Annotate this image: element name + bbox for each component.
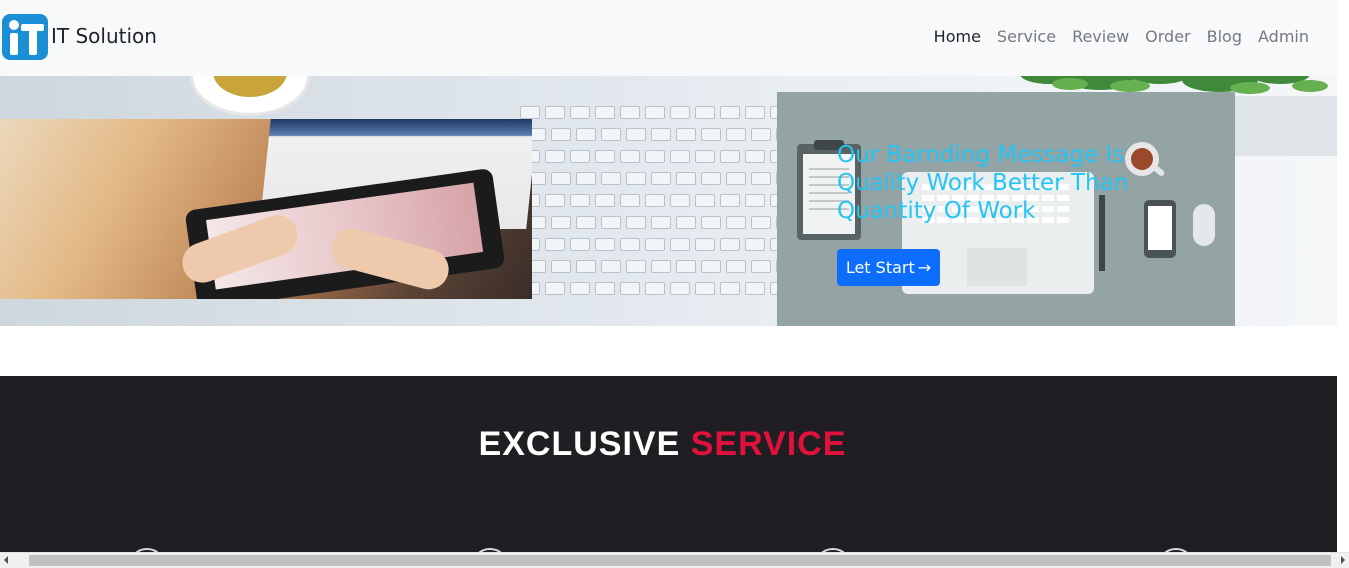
phone-icon <box>1144 200 1176 258</box>
page-margin <box>1337 0 1349 552</box>
section-title: EXCLUSIVE SERVICE <box>0 425 1325 464</box>
arrow-right-icon: → <box>917 258 932 277</box>
scroll-left-arrow-icon[interactable] <box>4 556 8 564</box>
nav-link-review[interactable]: Review <box>1064 27 1137 46</box>
exclusive-service-section: EXCLUSIVE SERVICE <box>0 376 1337 556</box>
section-title-part1: EXCLUSIVE <box>478 425 681 463</box>
navbar: IT Solution Home Service Review Order Bl… <box>0 0 1337 76</box>
hero-banner: Our Barnding Message Is Quality Work Bet… <box>0 76 1337 326</box>
horizontal-scrollbar[interactable] <box>0 552 1349 568</box>
hero-message: Our Barnding Message Is Quality Work Bet… <box>837 142 1129 224</box>
nav-link-home[interactable]: Home <box>926 27 989 46</box>
scroll-right-arrow-icon[interactable] <box>1341 556 1345 564</box>
hero-card: Our Barnding Message Is Quality Work Bet… <box>777 92 1235 326</box>
nav-link-blog[interactable]: Blog <box>1199 27 1250 46</box>
nav-link-admin[interactable]: Admin <box>1250 27 1317 46</box>
section-title-part2: SERVICE <box>690 425 847 463</box>
page: IT Solution Home Service Review Order Bl… <box>0 0 1349 568</box>
let-start-button[interactable]: Let Start → <box>837 249 940 286</box>
scrollbar-thumb[interactable] <box>29 555 1331 566</box>
tablet-photo <box>0 119 532 299</box>
main-nav: Home Service Review Order Blog Admin <box>926 27 1317 46</box>
nav-link-order[interactable]: Order <box>1137 27 1198 46</box>
let-start-label: Let Start <box>845 258 915 277</box>
mouse-icon <box>1193 204 1215 246</box>
nav-link-service[interactable]: Service <box>989 27 1064 46</box>
coffee-mug-image <box>190 76 310 116</box>
it-logo-icon[interactable] <box>2 14 48 60</box>
brand-name[interactable]: IT Solution <box>51 24 157 48</box>
